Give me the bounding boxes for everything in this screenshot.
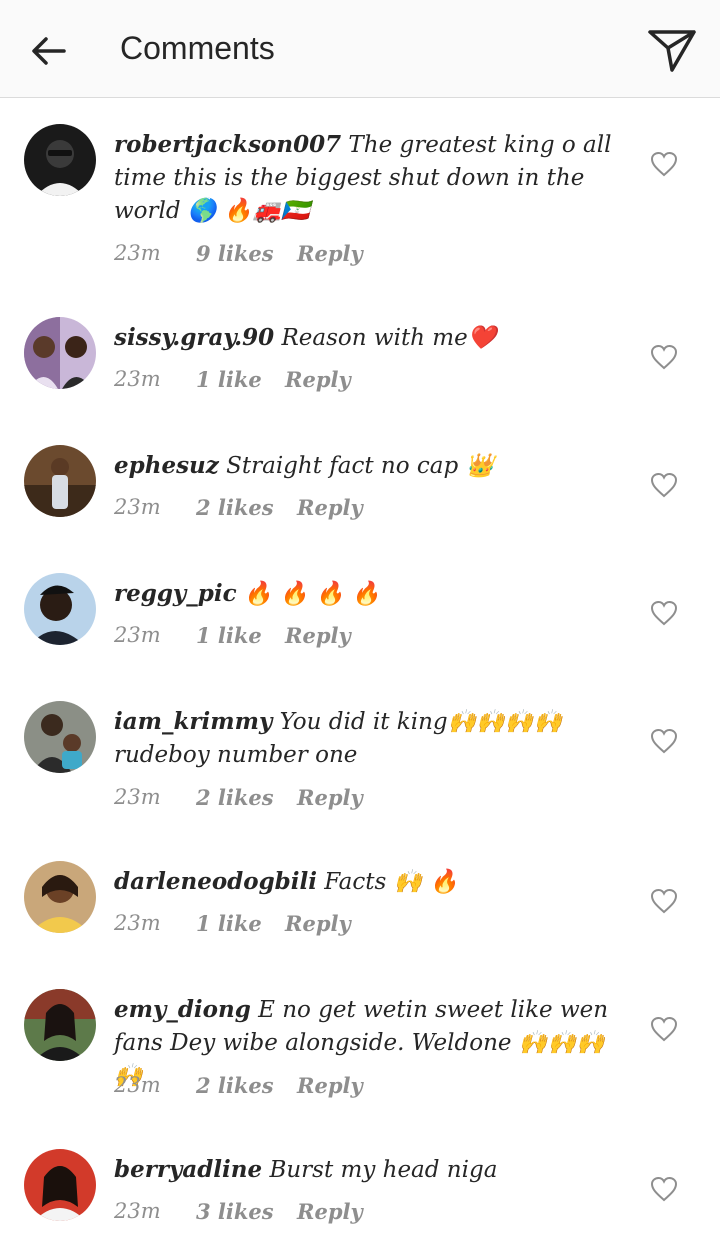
reply-button[interactable]: Reply [285, 911, 351, 936]
comment-time: 23m [114, 623, 161, 647]
comment-username[interactable]: berryadline [114, 1156, 262, 1183]
avatar[interactable] [24, 861, 96, 933]
comment-time: 23m [114, 1199, 161, 1223]
comment-username[interactable]: sissy.gray.90 [114, 324, 274, 351]
comment-text: Burst my head niga [269, 1157, 498, 1183]
comment-username[interactable]: iam_krimmy [114, 708, 272, 735]
comment-text: Facts 🙌 🔥 [324, 869, 459, 895]
comment-time: 23m [114, 911, 161, 935]
reply-button[interactable]: Reply [297, 1199, 363, 1224]
comment-time: 23m [114, 367, 161, 391]
avatar[interactable] [24, 1149, 96, 1221]
comment-likes[interactable]: 1 like [196, 367, 262, 392]
comment-username[interactable]: robertjackson007 [114, 131, 341, 158]
comment-text: Straight fact no cap 👑 [226, 453, 495, 479]
reply-button[interactable]: Reply [285, 623, 351, 648]
comment-username[interactable]: darleneodogbili [114, 868, 317, 895]
comment-time: 23m [114, 785, 161, 809]
comment-time: 23m [114, 241, 161, 265]
paper-plane-icon [648, 30, 696, 72]
heart-icon[interactable] [650, 1016, 678, 1042]
heart-icon[interactable] [650, 728, 678, 754]
comment-username[interactable]: ephesuz [114, 452, 219, 479]
comment-time: 23m [114, 1073, 161, 1097]
reply-button[interactable]: Reply [285, 367, 351, 392]
avatar[interactable] [24, 989, 96, 1061]
avatar[interactable] [24, 701, 96, 773]
reply-button[interactable]: Reply [297, 1073, 363, 1098]
heart-icon[interactable] [650, 888, 678, 914]
reply-button[interactable]: Reply [297, 495, 363, 520]
comment-username[interactable]: reggy_pic [114, 580, 237, 607]
comment-likes[interactable]: 3 likes [196, 1199, 274, 1224]
comment-likes[interactable]: 2 likes [196, 785, 274, 810]
heart-icon[interactable] [650, 344, 678, 370]
comment-likes[interactable]: 2 likes [196, 1073, 274, 1098]
reply-button[interactable]: Reply [297, 785, 363, 810]
comment-likes[interactable]: 1 like [196, 623, 262, 648]
comment-likes[interactable]: 1 like [196, 911, 262, 936]
comment-time: 23m [114, 495, 161, 519]
page-title: Comments [120, 30, 275, 66]
heart-icon[interactable] [650, 151, 678, 177]
avatar[interactable] [24, 573, 96, 645]
avatar[interactable] [24, 317, 96, 389]
back-button[interactable] [26, 30, 70, 74]
heart-icon[interactable] [650, 600, 678, 626]
comment-username[interactable]: emy_diong [114, 996, 251, 1023]
comment-text: Reason with me❤️ [281, 325, 497, 351]
avatar[interactable] [24, 445, 96, 517]
avatar[interactable] [24, 124, 96, 196]
heart-icon[interactable] [650, 472, 678, 498]
top-bar: Comments [0, 0, 720, 98]
comment-likes[interactable]: 9 likes [196, 241, 274, 266]
comment-text: 🔥 🔥 🔥 🔥 [243, 581, 381, 607]
reply-button[interactable]: Reply [297, 241, 363, 266]
heart-icon[interactable] [650, 1176, 678, 1202]
arrow-left-icon [32, 37, 66, 65]
share-button[interactable] [644, 24, 700, 76]
comment-likes[interactable]: 2 likes [196, 495, 274, 520]
